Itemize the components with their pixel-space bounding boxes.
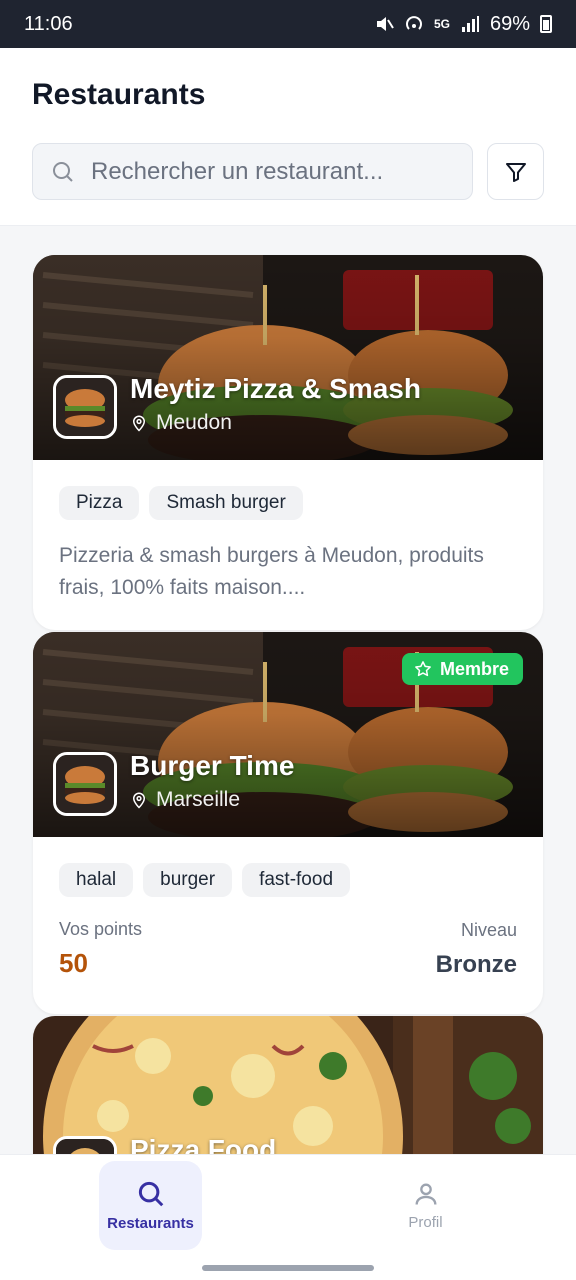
loyalty-row: Vos points 50 Niveau Bronze: [59, 919, 517, 979]
signal-icon: [461, 16, 479, 32]
points-label: Vos points: [59, 919, 143, 939]
battery-percent: 69%: [489, 12, 530, 35]
bottom-navigation: Restaurants Profil: [0, 1154, 576, 1280]
nav-restaurants[interactable]: Restaurants: [99, 1161, 202, 1250]
search-bar[interactable]: [32, 143, 473, 200]
search-icon: [138, 1181, 163, 1207]
filter-button[interactable]: [487, 143, 544, 200]
header: Restaurants: [0, 48, 576, 226]
nav-restaurants-label: Restaurants: [107, 1215, 194, 1232]
restaurant-location: Meudon: [130, 411, 232, 435]
restaurant-description: Pizzeria & smash burgers à Meudon, produ…: [59, 544, 484, 599]
restaurant-card[interactable]: Meytiz Pizza & Smash Meudon Pizza Smash …: [33, 255, 543, 630]
member-badge-label: Membre: [439, 658, 509, 679]
user-icon: [415, 1183, 436, 1205]
battery-icon: [540, 15, 552, 33]
status-time: 11:06: [24, 12, 73, 35]
nav-profile-label: Profil: [408, 1214, 443, 1231]
search-icon: [53, 161, 73, 182]
restaurant-card[interactable]: Membre Burger Time Marseille halal burge…: [33, 632, 543, 1014]
tag-list: halal burger fast-food: [59, 863, 517, 897]
mute-icon: [376, 17, 394, 31]
restaurant-logo: [53, 375, 117, 439]
level-block: Niveau Bronze: [436, 920, 517, 979]
level-value: Bronze: [435, 951, 517, 978]
network-type: 5G: [433, 17, 450, 31]
restaurant-logo: [53, 752, 117, 816]
restaurant-name: Burger Time: [130, 750, 295, 781]
status-icons: 5G 69%: [374, 13, 552, 36]
filter-icon: [505, 162, 526, 182]
restaurant-city: Marseille: [156, 788, 241, 811]
nav-profile[interactable]: Profil: [374, 1161, 477, 1250]
restaurant-name: Meytiz Pizza & Smash: [130, 373, 421, 404]
search-input[interactable]: [91, 157, 451, 186]
level-label: Niveau: [460, 920, 517, 940]
card-body: Pizza Smash burger Pizzeria & smash burg…: [33, 460, 543, 604]
location-pin-icon: [132, 792, 146, 809]
tag: fast-food: [242, 863, 351, 897]
restaurant-city: Meudon: [156, 411, 232, 434]
star-icon: [415, 661, 431, 677]
restaurant-location: Marseille: [130, 788, 240, 812]
page-title: Restaurants: [32, 78, 206, 111]
card-body: halal burger fast-food Vos points 50 Niv…: [33, 837, 543, 979]
tag: Smash burger: [149, 486, 303, 520]
points-value: 50: [59, 948, 88, 978]
tag-list: Pizza Smash burger: [59, 486, 517, 520]
restaurant-hero-image: Meytiz Pizza & Smash Meudon: [33, 255, 543, 460]
restaurant-hero-image: Membre Burger Time Marseille: [33, 632, 543, 837]
hotspot-icon: [406, 16, 422, 30]
member-badge: Membre: [401, 653, 523, 685]
tag: Pizza: [59, 486, 140, 520]
points-block: Vos points 50: [59, 919, 142, 979]
home-indicator: [202, 1265, 374, 1271]
tag: burger: [143, 863, 233, 897]
tag: halal: [59, 863, 134, 897]
status-bar: 11:06 5G 69%: [0, 0, 576, 48]
location-pin-icon: [132, 415, 146, 432]
